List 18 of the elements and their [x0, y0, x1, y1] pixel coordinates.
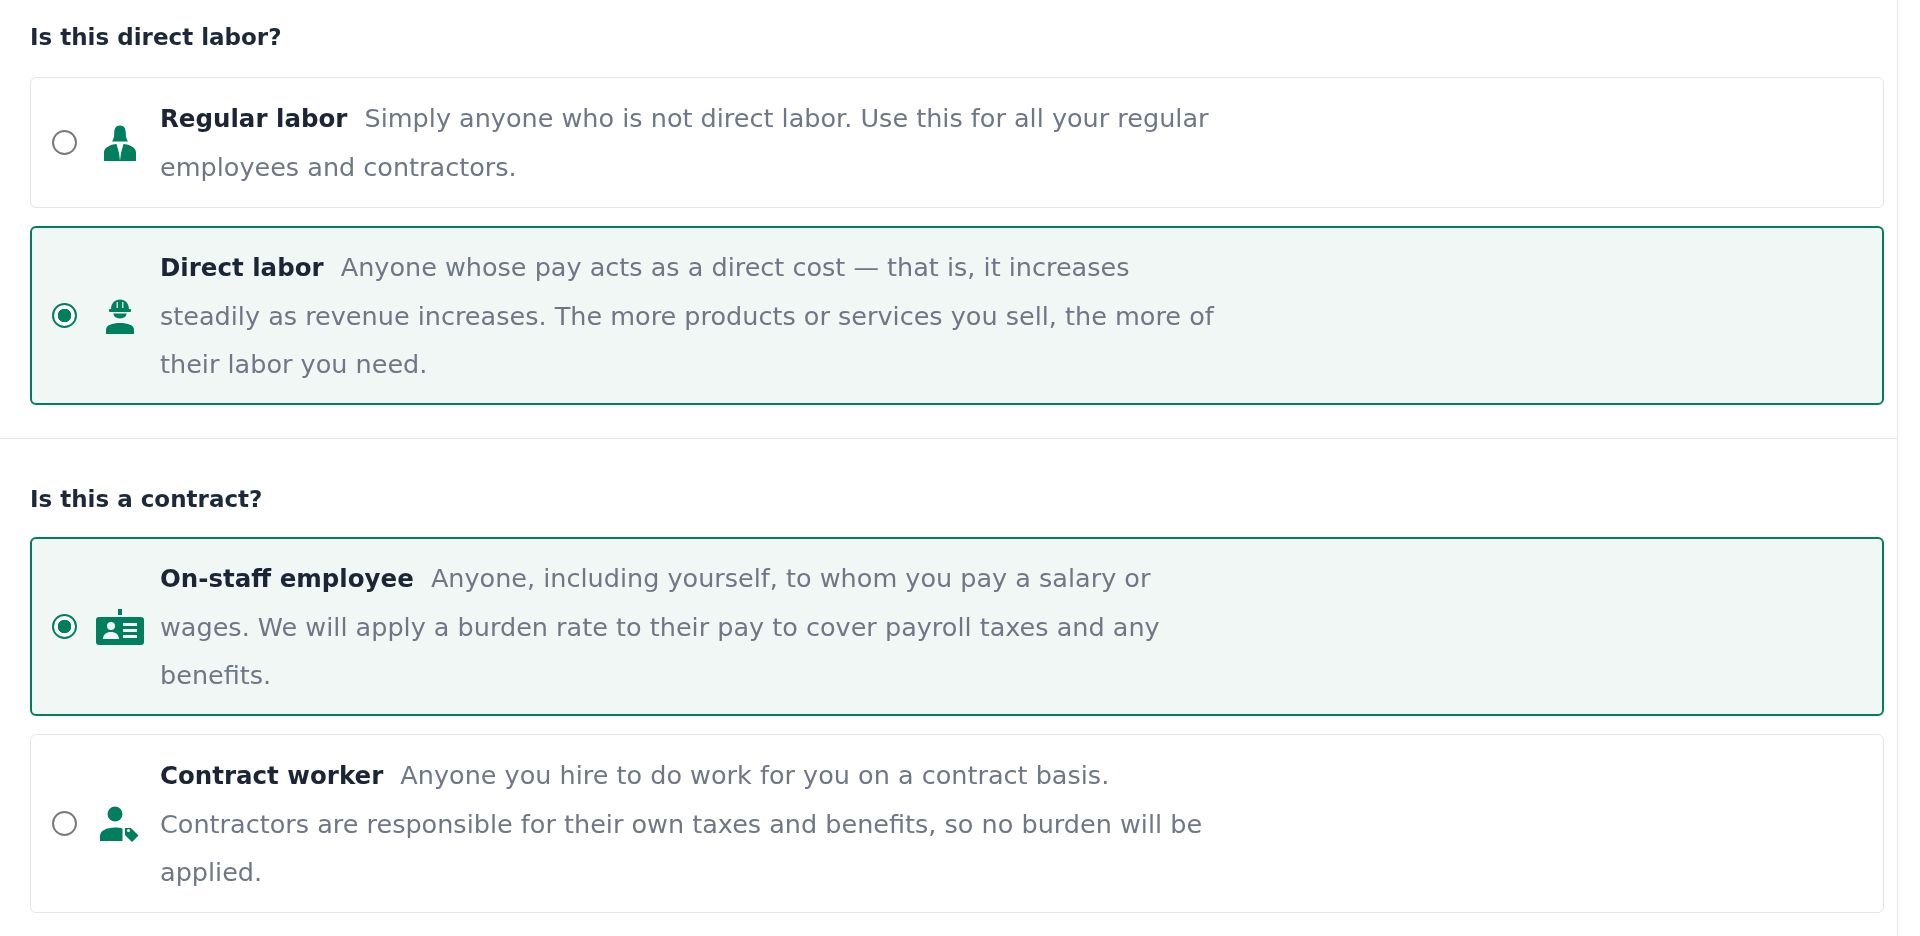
option-card[interactable]: Direct labor Anyone whose pay acts as a direct cost — that is, it increases steadily as revenue increases. The more products or services you sell, the more of their labor you need. — [30, 226, 1884, 405]
option-text: Regular labor Simply anyone who is not direct labor. Use this for all your regular employees and contractors. — [160, 102, 1210, 184]
businesswoman-icon — [104, 124, 136, 161]
option-card[interactable]: Regular labor Simply anyone who is not direct labor. Use this for all your regular employees and contractors. — [30, 77, 1884, 208]
option-text: Contract worker Anyone you hire to do work for you on a contract basis. Contractors are responsible for their own taxes and benefits, so no burden will be applied. — [160, 759, 1204, 889]
hard-hat-worker-icon — [104, 297, 136, 334]
person-with-tag-icon — [100, 805, 140, 842]
section-heading: Is this a contract? — [30, 485, 264, 513]
option-card[interactable]: Contract worker Anyone you hire to do work for you on a contract basis. Contractors are responsible for their own taxes and benefits, so no burden will be applied. — [30, 734, 1884, 913]
radio-button[interactable] — [52, 811, 77, 836]
option-text: Direct labor Anyone whose pay acts as a direct cost — that is, it increases steadily as revenue increases. The more products or services you sell, the more of their labor you need. — [160, 251, 1216, 381]
radio-button[interactable] — [52, 303, 77, 328]
radio-button[interactable] — [52, 614, 77, 639]
option-text: On-staff employee Anyone, including yourself, to whom you pay a salary or wages. We will apply a burden rate to their pay to cover payroll taxes and any benefits. — [160, 562, 1161, 692]
section-heading: Is this direct labor? — [30, 23, 283, 51]
radio-button[interactable] — [52, 130, 77, 155]
option-card[interactable]: On-staff employee Anyone, including yourself, to whom you pay a salary or wages. We will apply a burden rate to their pay to cover payroll taxes and any benefits. — [30, 537, 1884, 716]
id-badge-icon — [96, 608, 144, 645]
